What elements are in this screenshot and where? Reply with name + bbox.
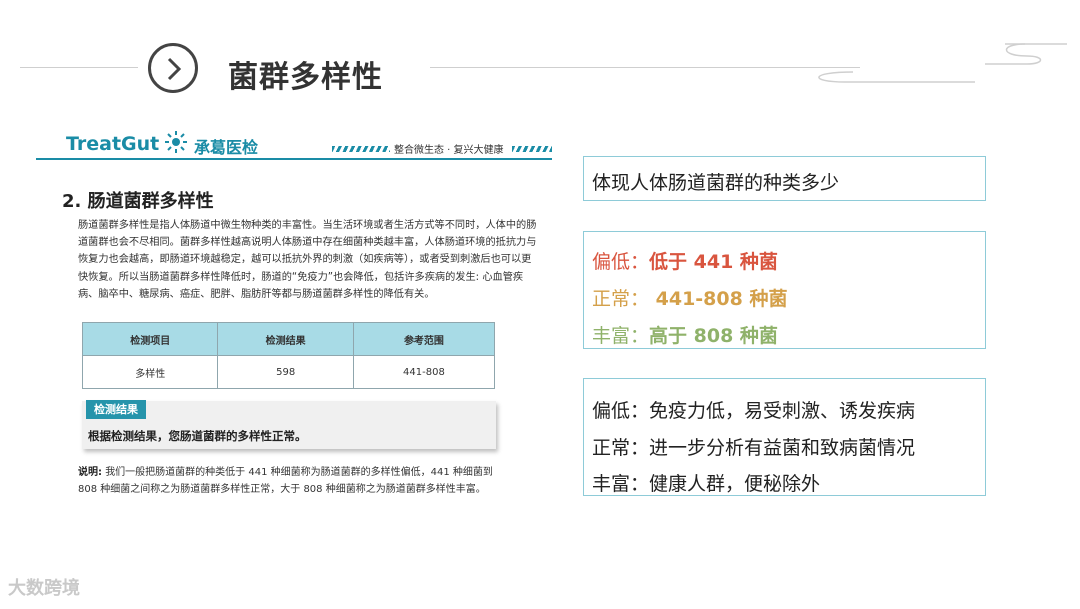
logo-text: TreatGut	[66, 133, 160, 155]
table-header: 检测结果	[217, 322, 354, 356]
report-excerpt: TreatGut 承葛医检 整合微生态 · 复兴大健康 2. 肠道菌群多样性 肠…	[36, 125, 552, 525]
level-value: 441-808 种菌	[649, 288, 788, 310]
slogan-stripes-right	[512, 146, 552, 152]
watermark: 大数跨境	[8, 578, 80, 599]
table-cell: 441-808	[352, 355, 496, 389]
slogan-stripes-left	[332, 146, 390, 152]
level-rich: 丰富：高于 808 种菌	[592, 321, 778, 348]
level-label: 偏低：	[592, 251, 650, 273]
summary-text: 体现人体肠道菌群的种类多少	[592, 172, 840, 194]
meaning-line: 偏低：免疫力低，易受刺激、诱发疾病	[592, 400, 916, 422]
meaning-line: 正常：进一步分析有益菌和致病菌情况	[592, 437, 916, 459]
result-tag: 检测结果	[86, 400, 146, 419]
meanings-box: 偏低：免疫力低，易受刺激、诱发疾病 正常：进一步分析有益菌和致病菌情况 丰富：健…	[583, 378, 986, 496]
meaning-line: 丰富：健康人群，便秘除外	[592, 473, 821, 495]
slogan-text: 整合微生态 · 复兴大健康	[394, 145, 504, 156]
note-text: 我们一般把肠道菌群的种类低于 441 种细菌称为肠道菌群的多样性偏低，441 种…	[78, 467, 493, 495]
table-header: 检测项目	[81, 322, 219, 356]
table-cell: 598	[217, 355, 354, 389]
level-value: 低于 441 种菌	[649, 251, 778, 273]
report-divider	[36, 158, 552, 160]
report-note: 说明: 我们一般把肠道菌群的种类低于 441 种细菌称为肠道菌群的多样性偏低，4…	[78, 464, 508, 498]
report-heading: 2. 肠道菌群多样性	[62, 191, 214, 212]
result-text: 根据检测结果，您肠道菌群的多样性正常。	[88, 429, 307, 443]
report-body: 肠道菌群多样性是指人体肠道中微生物种类的丰富性。当生活环境或者生活方式等不同时，…	[78, 220, 537, 300]
summary-box: 体现人体肠道菌群的种类多少	[583, 156, 986, 201]
level-label: 正常：	[592, 288, 650, 310]
page-title: 菌群多样性	[228, 60, 383, 95]
table-row: 多样性 598 441-808	[81, 355, 496, 389]
level-low: 偏低：低于 441 种菌	[592, 247, 778, 274]
level-label: 丰富：	[592, 325, 650, 347]
level-value: 高于 808 种菌	[649, 325, 778, 347]
header-line-right	[430, 67, 860, 68]
swoosh-decoration	[818, 43, 1067, 83]
level-normal: 正常： 441-808 种菌	[592, 284, 787, 311]
header-line-left	[20, 67, 138, 68]
table-header: 参考范围	[352, 322, 496, 356]
table-cell: 多样性	[81, 355, 219, 389]
levels-box: 偏低：低于 441 种菌 正常： 441-808 种菌 丰富：高于 808 种菌	[583, 231, 986, 349]
logo-chinese: 承葛医检	[194, 138, 259, 157]
sun-logo-icon	[165, 131, 187, 153]
result-table: 检测项目 检测结果 参考范围 多样性 598 441-808	[81, 322, 496, 389]
note-label: 说明:	[78, 467, 102, 478]
chevron-circle-icon	[148, 43, 198, 93]
